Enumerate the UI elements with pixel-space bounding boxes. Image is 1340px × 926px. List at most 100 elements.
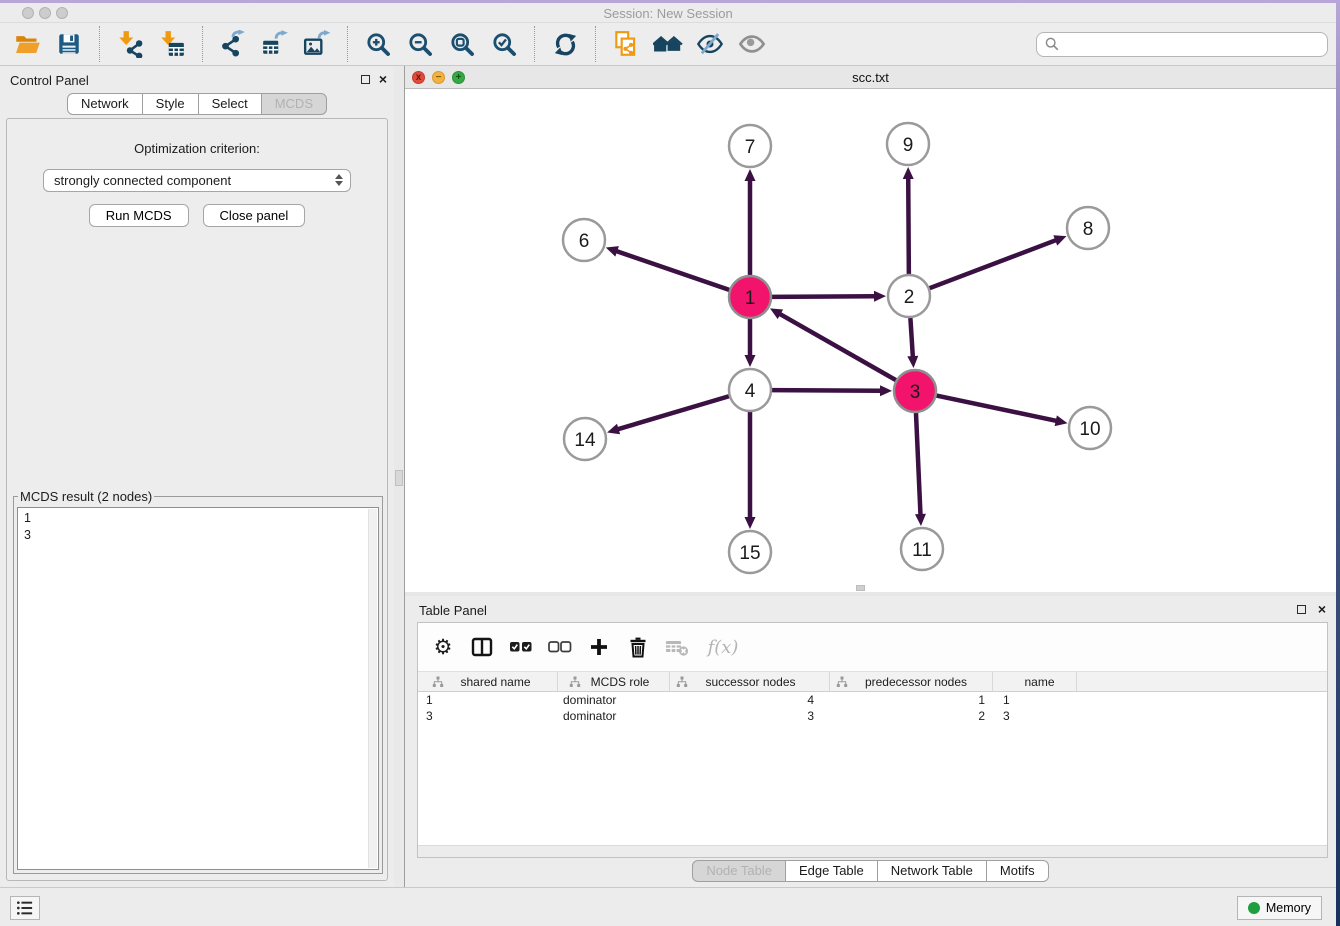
- network-canvas[interactable]: 7968124314101511: [405, 89, 1336, 592]
- import-network-icon: [116, 30, 144, 58]
- tab-select[interactable]: Select: [199, 93, 262, 115]
- houses-button[interactable]: [651, 27, 685, 61]
- open-folder-icon: [14, 31, 41, 58]
- duplicate-document-icon: [612, 30, 640, 58]
- eye-slash-button[interactable]: [693, 27, 727, 61]
- network-title: scc.txt: [405, 70, 1336, 85]
- memory-button[interactable]: Memory: [1237, 896, 1322, 920]
- tab-network-table[interactable]: Network Table: [878, 860, 987, 882]
- graph-edge-1-2[interactable]: [772, 296, 875, 297]
- duplicate-network-button[interactable]: [609, 27, 643, 61]
- add-column-button[interactable]: [584, 632, 614, 662]
- delete-column-button[interactable]: [623, 632, 653, 662]
- graph-edge-1-6[interactable]: [616, 251, 729, 290]
- graph-arrowhead-icon: [745, 517, 756, 529]
- zoom-out-button[interactable]: [403, 27, 437, 61]
- search-input[interactable]: [1060, 34, 1327, 54]
- houses-icon: [653, 29, 683, 59]
- tab-style[interactable]: Style: [143, 93, 199, 115]
- tree-icon: [432, 676, 444, 688]
- deselect-all-icon: [547, 634, 573, 660]
- open-session-button[interactable]: [10, 27, 44, 61]
- table-panel: Table Panel × ⚙: [405, 596, 1336, 887]
- criterion-select[interactable]: strongly connected component: [43, 169, 351, 192]
- tab-motifs[interactable]: Motifs: [987, 860, 1049, 882]
- close-panel-icon[interactable]: ×: [1318, 601, 1326, 617]
- tab-network[interactable]: Network: [67, 93, 143, 115]
- graph-node-label: 9: [903, 135, 914, 156]
- graph-node-label: 2: [904, 287, 915, 308]
- apply-layout-button[interactable]: [548, 27, 582, 61]
- table-row[interactable]: 1 dominator 4 1 1: [418, 692, 1327, 708]
- canvas-resize-grip[interactable]: [856, 585, 865, 591]
- show-columns-button[interactable]: [467, 632, 497, 662]
- close-panel-icon[interactable]: ×: [379, 71, 387, 87]
- cell-shared-name: 3: [418, 709, 558, 723]
- graph-edge-3-1[interactable]: [780, 314, 896, 380]
- result-scrollbar[interactable]: [368, 509, 377, 868]
- graph-arrowhead-icon: [607, 424, 620, 435]
- graph-edge-4-3[interactable]: [772, 390, 881, 391]
- eye-button[interactable]: [735, 27, 769, 61]
- result-line: 1: [24, 510, 378, 527]
- network-graph: 7968124314101511: [405, 89, 1336, 592]
- cell-successor-nodes: 4: [670, 693, 830, 707]
- tab-mcds[interactable]: MCDS: [262, 93, 327, 115]
- save-session-button[interactable]: [52, 27, 86, 61]
- delete-table-button[interactable]: [662, 632, 692, 662]
- graph-edge-2-8[interactable]: [930, 240, 1057, 288]
- toolbar-separator: [99, 26, 100, 62]
- column-header-predecessor-nodes[interactable]: predecessor nodes: [830, 672, 993, 691]
- criterion-value: strongly connected component: [54, 173, 231, 188]
- graph-edge-4-14[interactable]: [618, 396, 729, 429]
- graph-arrowhead-icon: [880, 385, 892, 396]
- graph-edge-3-11[interactable]: [916, 413, 921, 515]
- graph-arrowhead-icon: [874, 291, 886, 302]
- select-stepper-icon: [335, 174, 343, 186]
- splitter-grip[interactable]: [395, 470, 403, 486]
- graph-edge-3-10[interactable]: [937, 396, 1057, 421]
- table-hscroll-area[interactable]: [418, 845, 1327, 857]
- export-image-icon: [303, 30, 331, 58]
- table-settings-button[interactable]: ⚙: [428, 632, 458, 662]
- column-header-mcds-role[interactable]: MCDS role: [558, 672, 670, 691]
- import-table-button[interactable]: [155, 27, 189, 61]
- zoom-fit-button[interactable]: [445, 27, 479, 61]
- right-column: x − + scc.txt 7968124314101511 Table Pan…: [405, 66, 1336, 887]
- mcds-result-text[interactable]: 1 3: [17, 507, 379, 870]
- graph-arrowhead-icon: [903, 167, 914, 179]
- tab-edge-table[interactable]: Edge Table: [786, 860, 878, 882]
- export-image-button[interactable]: [300, 27, 334, 61]
- export-table-button[interactable]: [258, 27, 292, 61]
- graph-node-label: 7: [745, 137, 756, 158]
- function-builder-button[interactable]: f(x): [701, 632, 745, 662]
- cell-predecessor-nodes: 1: [830, 693, 993, 707]
- close-panel-button[interactable]: Close panel: [203, 204, 306, 227]
- table-row[interactable]: 3 dominator 3 2 3: [418, 708, 1327, 724]
- tree-icon: [836, 676, 848, 688]
- float-panel-icon[interactable]: [1297, 605, 1306, 614]
- graph-edge-2-9[interactable]: [908, 178, 909, 274]
- column-header-successor-nodes[interactable]: successor nodes: [670, 672, 830, 691]
- zoom-selected-icon: [491, 31, 518, 58]
- graph-node-label: 14: [574, 430, 596, 451]
- deselect-all-button[interactable]: [545, 632, 575, 662]
- tab-node-table[interactable]: Node Table: [692, 860, 786, 882]
- graph-edge-2-3[interactable]: [910, 318, 912, 357]
- select-all-button[interactable]: [506, 632, 536, 662]
- run-mcds-button[interactable]: Run MCDS: [89, 204, 189, 227]
- columns-icon: [470, 635, 494, 659]
- zoom-selected-button[interactable]: [487, 27, 521, 61]
- column-header-name[interactable]: name: [993, 672, 1077, 691]
- float-panel-icon[interactable]: [361, 75, 370, 84]
- zoom-out-icon: [407, 31, 434, 58]
- cell-successor-nodes: 3: [670, 709, 830, 723]
- vertical-splitter[interactable]: [394, 66, 405, 887]
- table-panel-tabs: Node Table Edge Table Network Table Moti…: [405, 860, 1336, 882]
- column-header-shared-name[interactable]: shared name: [418, 672, 558, 691]
- export-table-icon: [261, 30, 289, 58]
- export-network-button[interactable]: [216, 27, 250, 61]
- zoom-in-button[interactable]: [361, 27, 395, 61]
- import-network-button[interactable]: [113, 27, 147, 61]
- task-history-button[interactable]: [10, 896, 40, 920]
